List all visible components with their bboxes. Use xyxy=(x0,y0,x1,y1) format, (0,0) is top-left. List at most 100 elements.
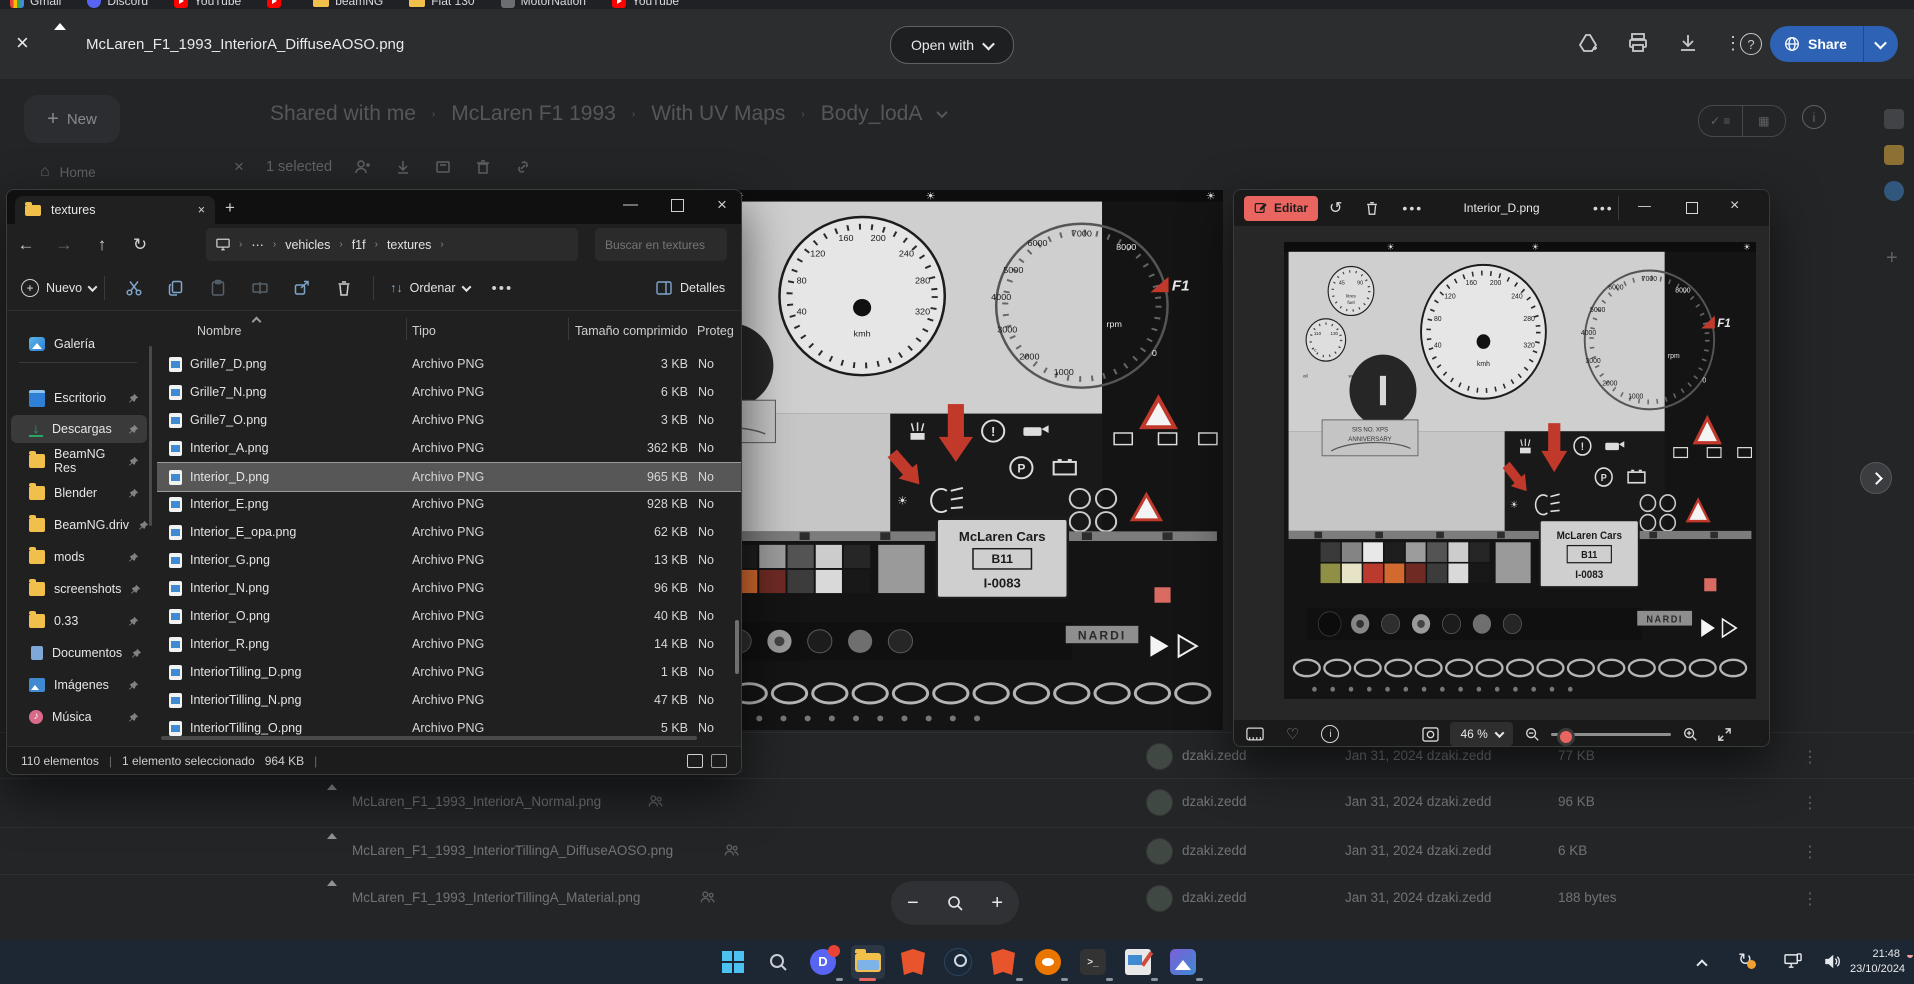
column-header-type[interactable]: Tipo xyxy=(412,324,436,338)
column-header-protected[interactable]: Proteg xyxy=(697,324,734,338)
new-tab-icon[interactable]: + xyxy=(225,198,235,218)
sidebar-item-beamng-res[interactable]: BeamNG Res xyxy=(11,447,147,475)
up-icon[interactable]: ↑ xyxy=(83,235,121,255)
more-options-icon[interactable]: ••• xyxy=(1402,200,1423,216)
taskbar-brave-2[interactable] xyxy=(986,945,1020,979)
close-preview-icon[interactable]: × xyxy=(16,32,29,54)
taskbar-blender[interactable] xyxy=(1031,945,1065,979)
volume-icon[interactable] xyxy=(1824,953,1843,970)
sidebar-item-desktop[interactable]: Escritorio xyxy=(11,384,147,412)
close-window-icon[interactable]: × xyxy=(717,195,727,215)
tray-chevron-icon[interactable] xyxy=(1696,956,1708,974)
sidebar-item-documents[interactable]: Documentos xyxy=(11,639,147,667)
close-window-icon[interactable]: × xyxy=(1730,197,1739,215)
file-row-interior-g[interactable]: Interior_G.png Archivo PNG 13 KB No xyxy=(157,546,741,574)
taskbar-steam[interactable] xyxy=(941,945,975,979)
taskbar-discord[interactable]: D xyxy=(806,945,840,979)
file-row-grille7-n[interactable]: Grille7_N.png Archivo PNG 6 KB No xyxy=(157,378,741,406)
sidebar-item-downloads[interactable]: ↓ Descargas xyxy=(11,415,147,443)
fit-to-screen-icon[interactable] xyxy=(1422,726,1440,742)
breadcrumb-mclaren[interactable]: McLaren F1 1993 xyxy=(451,102,616,126)
bookmark-folder-beamng[interactable]: beamNG xyxy=(313,0,383,8)
next-image-button[interactable] xyxy=(1860,462,1892,494)
list-view-icon[interactable]: ✓ ≡ xyxy=(1699,114,1742,128)
breadcrumb-body-loda[interactable]: Body_lodA xyxy=(821,102,923,126)
file-row-interior-o[interactable]: Interior_O.png Archivo PNG 40 KB No xyxy=(157,602,741,630)
rotate-icon[interactable]: ↺ xyxy=(1329,198,1342,218)
details-view-icon[interactable] xyxy=(687,753,703,768)
breadcrumb-uv-maps[interactable]: With UV Maps xyxy=(651,102,785,126)
file-row-interior-d-selected[interactable]: Interior_D.png Archivo PNG 965 KB No xyxy=(157,462,741,492)
sidebar-item-home[interactable]: ⌂ Home xyxy=(40,163,96,181)
file-row-interior-e[interactable]: Interior_E.png Archivo PNG 928 KB No xyxy=(157,490,741,518)
more-options-icon[interactable]: ••• xyxy=(1593,200,1614,216)
list-scrollbar[interactable] xyxy=(735,620,739,674)
sidebar-item-pictures[interactable]: Imágenes xyxy=(11,671,147,699)
drive-file-row[interactable]: McLaren_F1_1993_InteriorTillingA_Diffuse… xyxy=(0,827,1914,876)
back-icon[interactable]: ← xyxy=(7,235,45,255)
share-button[interactable]: Share xyxy=(1770,26,1863,62)
bookmark-folder-fiat[interactable]: Fiat 130 xyxy=(409,0,475,8)
clock[interactable]: 21:48 23/10/2024 xyxy=(1850,947,1905,977)
file-row-interiortilling-d[interactable]: InteriorTilling_D.png Archivo PNG 1 KB No xyxy=(157,658,741,686)
sidebar-item-gallery[interactable]: Galería xyxy=(11,330,147,358)
bookmark-motornation[interactable]: MotorNation xyxy=(500,0,586,8)
drive-file-row[interactable]: McLaren_F1_1993_InteriorA_Normal.png dza… xyxy=(0,778,1914,827)
taskbar-terminal[interactable]: >_ xyxy=(1076,945,1110,979)
address-crumb-vehicles[interactable]: vehicles xyxy=(285,238,330,252)
sidebar-item-screenshots[interactable]: screenshots xyxy=(11,575,147,603)
edit-button[interactable]: Editar xyxy=(1244,195,1319,221)
open-with-button[interactable]: Open with xyxy=(890,26,1014,64)
info-icon[interactable]: i xyxy=(1802,105,1826,129)
row-more-icon[interactable]: ⋮ xyxy=(1802,842,1818,862)
zoom-in-icon[interactable]: + xyxy=(991,892,1003,915)
filmstrip-icon[interactable] xyxy=(1246,727,1264,741)
start-button[interactable] xyxy=(716,945,750,979)
sort-button[interactable]: ↑↓ Ordenar xyxy=(390,281,471,295)
copy-icon[interactable] xyxy=(167,279,185,297)
address-ellipsis[interactable]: ⋯ xyxy=(251,237,264,252)
fullscreen-icon[interactable] xyxy=(1717,727,1732,742)
address-bar[interactable]: › ⋯ › vehicles › f1f › textures › xyxy=(206,228,578,261)
grid-view-icon[interactable]: ▦ xyxy=(1743,114,1786,128)
download-icon[interactable] xyxy=(394,158,412,176)
bookmark-discord[interactable]: Discord xyxy=(87,0,148,8)
explorer-search[interactable] xyxy=(595,228,727,261)
zoom-level-select[interactable]: 46 % xyxy=(1450,722,1513,746)
address-crumb-textures[interactable]: textures xyxy=(387,238,431,252)
column-header-size[interactable]: Tamaño comprimido xyxy=(575,324,688,338)
row-more-icon[interactable]: ⋮ xyxy=(1802,889,1818,909)
side-panel-calendar-icon[interactable] xyxy=(1884,109,1904,129)
zoom-out-icon[interactable] xyxy=(1524,726,1540,742)
zoom-in-icon[interactable] xyxy=(1682,726,1698,742)
sidebar-scrollbar[interactable] xyxy=(149,346,152,526)
file-row-interior-n[interactable]: Interior_N.png Archivo PNG 96 KB No xyxy=(157,574,741,602)
row-more-icon[interactable]: ⋮ xyxy=(1802,793,1818,813)
side-panel-add-icon[interactable]: + xyxy=(1886,247,1898,270)
tab-textures[interactable]: textures × xyxy=(15,196,215,224)
network-icon[interactable] xyxy=(1784,953,1803,970)
maximize-window-icon[interactable] xyxy=(671,199,684,212)
file-row-interiortilling-n[interactable]: InteriorTilling_N.png Archivo PNG 47 KB No xyxy=(157,686,741,714)
horizontal-scrollbar[interactable] xyxy=(161,736,697,740)
forward-icon[interactable]: → xyxy=(45,235,83,255)
clear-selection-icon[interactable]: × xyxy=(234,157,244,177)
update-icon[interactable]: ↻ xyxy=(1738,950,1757,970)
link-icon[interactable] xyxy=(514,158,532,176)
breadcrumb-shared-with-me[interactable]: Shared with me xyxy=(270,102,416,126)
file-row-interior-e-opa[interactable]: Interior_E_opa.png Archivo PNG 62 KB No xyxy=(157,518,741,546)
share-user-icon[interactable] xyxy=(354,158,372,176)
sidebar-item-music[interactable]: ♪ Música xyxy=(11,703,147,731)
download-icon[interactable] xyxy=(1676,31,1700,55)
minimize-window-icon[interactable]: — xyxy=(623,196,638,213)
view-toggle[interactable]: ✓ ≡ ▦ xyxy=(1698,105,1786,137)
print-icon[interactable] xyxy=(1626,31,1650,55)
taskbar-search[interactable] xyxy=(761,945,795,979)
side-panel-keep-icon[interactable] xyxy=(1884,145,1904,165)
drive-new-button[interactable]: + New xyxy=(24,95,120,143)
file-row-grille7-o[interactable]: Grille7_O.png Archivo PNG 3 KB No xyxy=(157,406,741,434)
side-panel-tasks-icon[interactable] xyxy=(1884,181,1904,201)
taskbar-file-explorer[interactable] xyxy=(851,945,885,979)
share-dropdown-button[interactable] xyxy=(1862,26,1898,62)
large-icons-view-icon[interactable] xyxy=(711,753,727,768)
